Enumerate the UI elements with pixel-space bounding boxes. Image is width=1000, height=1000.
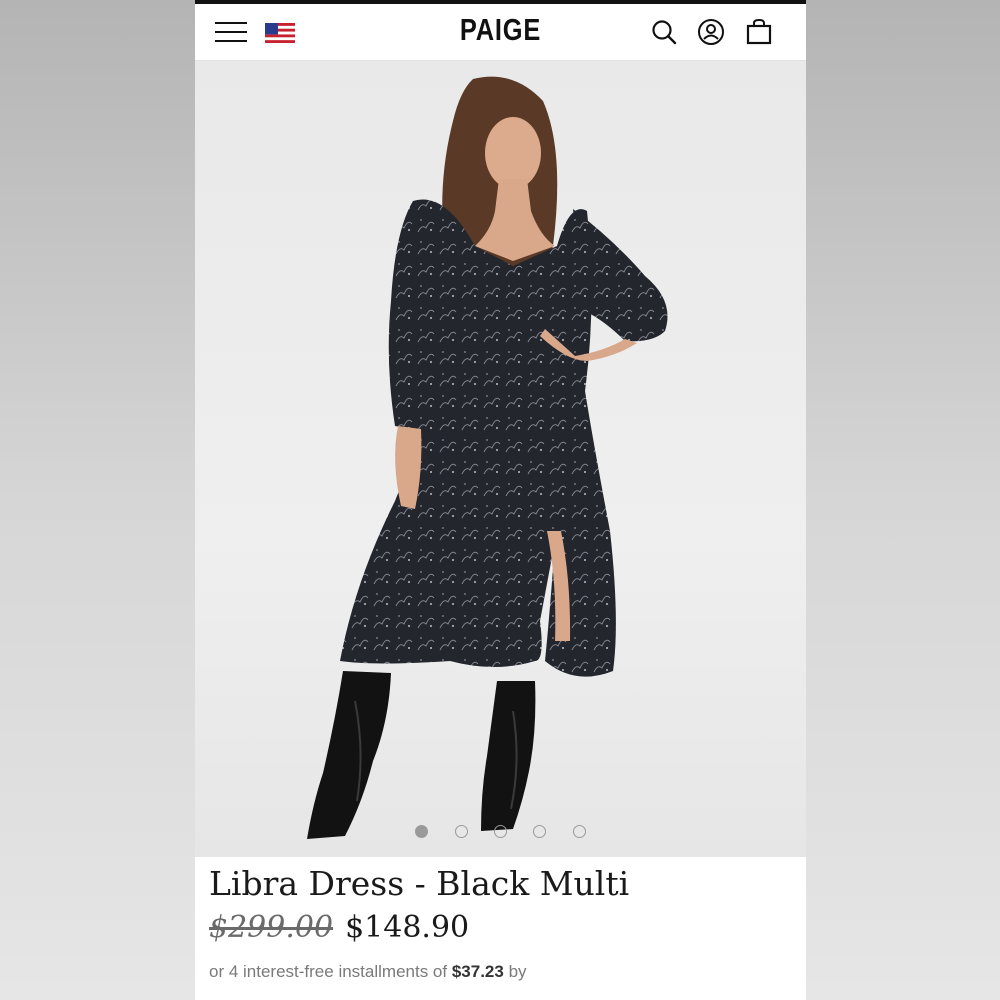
original-price: $299.00 <box>209 910 334 945</box>
installments-note: or 4 interest-free installments of $37.2… <box>209 962 527 982</box>
gallery-dot[interactable] <box>494 825 507 838</box>
product-page: PAIGE Libra Dress - Black Multi $299.00 … <box>195 0 806 1000</box>
installments-suffix: by <box>508 962 527 981</box>
search-icon[interactable] <box>650 18 678 46</box>
account-icon[interactable] <box>697 18 725 46</box>
gallery-dot[interactable] <box>533 825 547 838</box>
gallery-dot[interactable] <box>454 825 468 838</box>
menu-icon[interactable] <box>215 22 247 44</box>
bag-icon[interactable] <box>745 18 773 46</box>
model-photo <box>307 76 668 839</box>
product-image[interactable] <box>195 61 806 857</box>
sale-price: $148.90 <box>345 910 470 945</box>
installment-amount: $37.23 <box>451 962 504 981</box>
site-header: PAIGE <box>195 4 806 61</box>
backdrop-left <box>0 0 195 1000</box>
gallery-dot[interactable] <box>415 825 429 838</box>
product-title: Libra Dress - Black Multi <box>209 864 630 903</box>
backdrop-right <box>805 0 1000 1000</box>
installments-prefix: or 4 interest-free installments of <box>209 962 448 981</box>
price-block: $299.00 $148.90 <box>209 910 469 945</box>
gallery-pagination <box>195 825 806 845</box>
gallery-dot[interactable] <box>572 825 586 838</box>
